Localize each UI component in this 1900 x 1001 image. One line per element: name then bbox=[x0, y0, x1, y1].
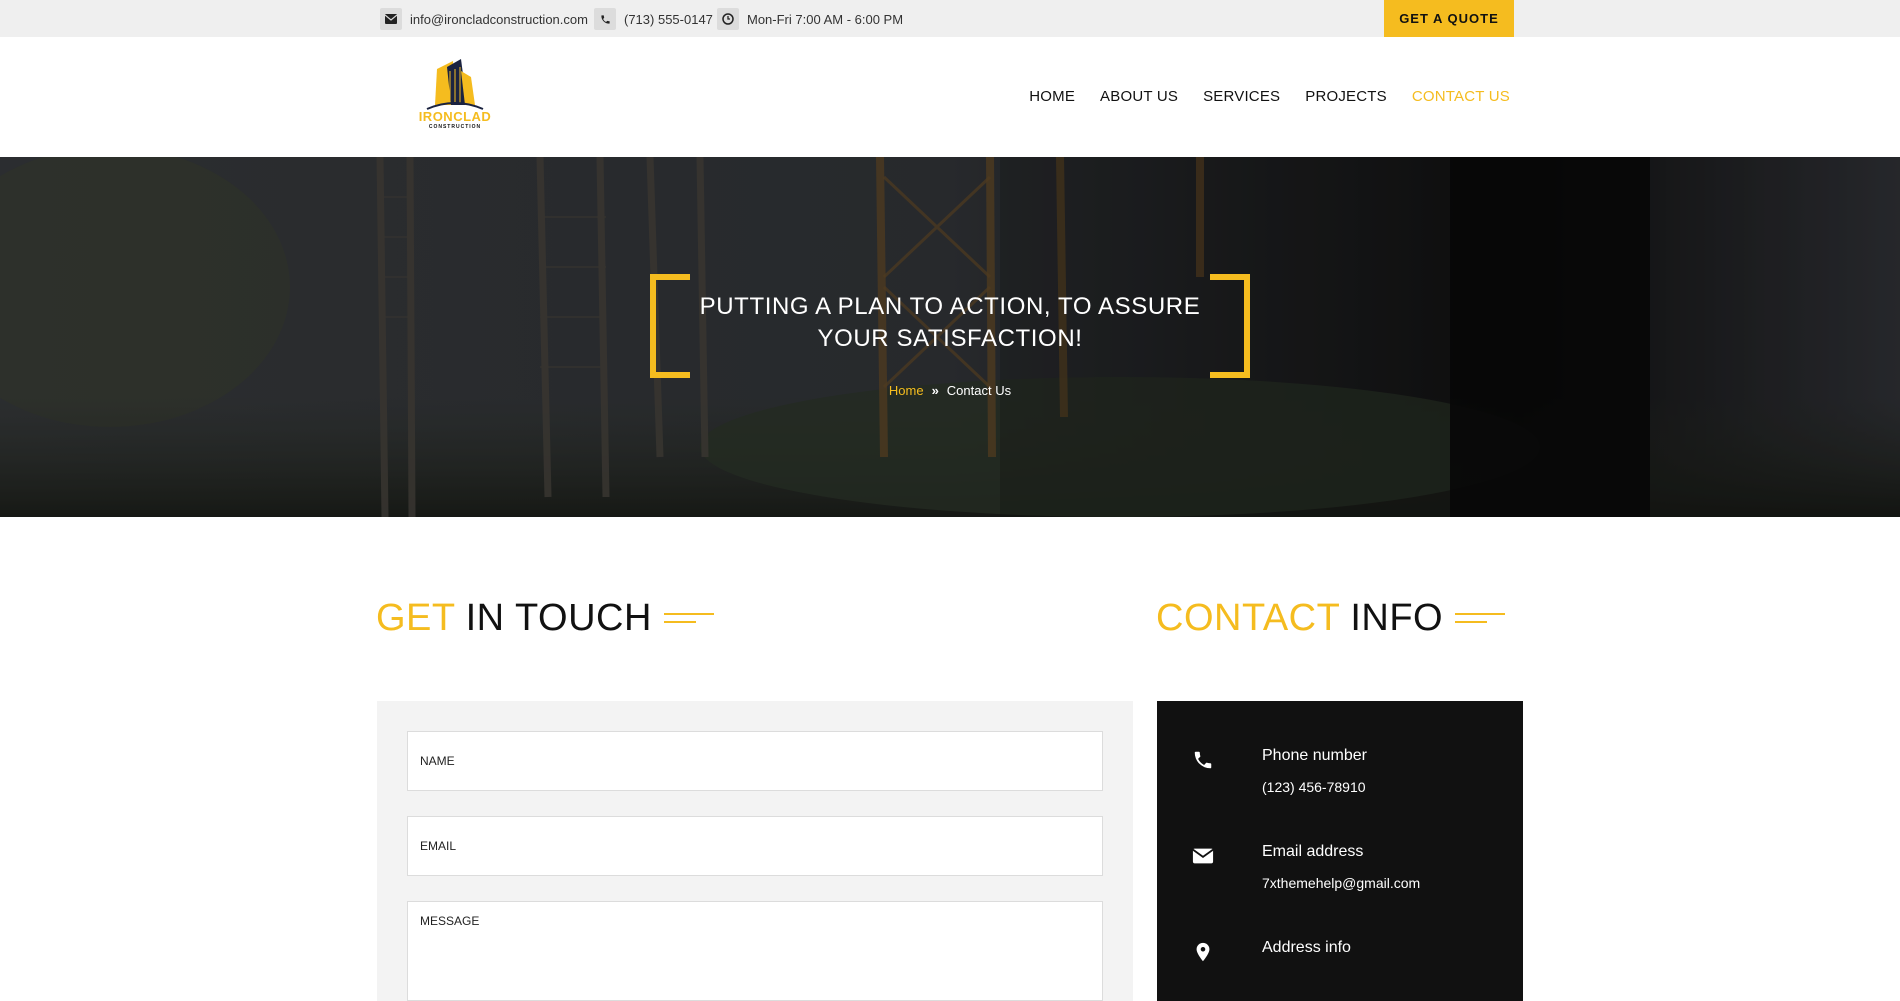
main-nav: HOME ABOUT US SERVICES PROJECTS CONTACT … bbox=[1004, 88, 1510, 105]
topbar-email-text: info@ironcladconstruction.com bbox=[410, 11, 588, 27]
contact-form: NAME EMAIL MESSAGE bbox=[377, 701, 1133, 1001]
logo-name: IRONCLAD bbox=[418, 109, 492, 124]
message-field[interactable]: MESSAGE bbox=[407, 901, 1103, 1001]
name-field[interactable]: NAME bbox=[407, 731, 1103, 791]
name-placeholder: NAME bbox=[420, 754, 455, 768]
get-in-touch-highlight: GET bbox=[376, 597, 456, 639]
topbar-phone-text: (713) 555-0147 bbox=[624, 11, 713, 27]
get-in-touch-heading: GET IN TOUCH bbox=[376, 597, 714, 640]
nav-contact-us[interactable]: CONTACT US bbox=[1412, 88, 1510, 105]
topbar-hours-text: Mon-Fri 7:00 AM - 6:00 PM bbox=[747, 11, 904, 27]
info-email-value[interactable]: 7xthemehelp@gmail.com bbox=[1262, 875, 1420, 891]
topbar-email[interactable]: info@ironcladconstruction.com bbox=[380, 8, 588, 30]
contact-info-highlight: CONTACT bbox=[1156, 597, 1341, 639]
hero-banner: PUTTING A PLAN TO ACTION, TO ASSURE YOUR… bbox=[0, 157, 1900, 517]
top-bar: info@ironcladconstruction.com (713) 555-… bbox=[0, 0, 1900, 37]
heading-decoration-lines bbox=[663, 609, 714, 629]
phone-icon bbox=[1194, 751, 1212, 769]
site-header: IRONCLAD CONSTRUCTION HOME ABOUT US SERV… bbox=[0, 37, 1900, 157]
heading-decoration-lines bbox=[1455, 609, 1506, 629]
contact-info-heading: CONTACT INFO bbox=[1156, 597, 1506, 640]
topbar-hours: Mon-Fri 7:00 AM - 6:00 PM bbox=[717, 8, 903, 30]
logo[interactable]: IRONCLAD CONSTRUCTION bbox=[405, 57, 505, 137]
phone-icon bbox=[594, 8, 616, 30]
contact-info-panel: Phone number (123) 456-78910 Email addre… bbox=[1157, 701, 1523, 1001]
info-phone-value[interactable]: (123) 456-78910 bbox=[1262, 779, 1366, 795]
map-pin-icon bbox=[1196, 942, 1210, 962]
message-placeholder: MESSAGE bbox=[420, 914, 480, 928]
contact-info-rest: INFO bbox=[1350, 597, 1444, 639]
info-phone-label: Phone number bbox=[1262, 747, 1367, 764]
hero-title: PUTTING A PLAN TO ACTION, TO ASSURE YOUR… bbox=[699, 293, 1201, 352]
logo-tagline: CONSTRUCTION bbox=[428, 124, 482, 130]
email-placeholder: EMAIL bbox=[420, 839, 457, 853]
nav-home[interactable]: HOME bbox=[1029, 88, 1075, 105]
breadcrumb-home-link[interactable]: Home bbox=[889, 383, 924, 398]
email-field[interactable]: EMAIL bbox=[407, 816, 1103, 876]
nav-services[interactable]: SERVICES bbox=[1203, 88, 1280, 105]
envelope-icon bbox=[380, 8, 402, 30]
nav-projects[interactable]: PROJECTS bbox=[1305, 88, 1387, 105]
nav-about-us[interactable]: ABOUT US bbox=[1100, 88, 1178, 105]
info-email-label: Email address bbox=[1262, 843, 1364, 860]
get-in-touch-rest: IN TOUCH bbox=[465, 597, 652, 639]
envelope-icon bbox=[1192, 848, 1214, 864]
double-chevron-right-icon: » bbox=[931, 383, 939, 398]
info-address-label: Address info bbox=[1262, 939, 1351, 956]
get-a-quote-button[interactable]: GET A QUOTE bbox=[1384, 0, 1514, 37]
breadcrumb-current: Contact Us bbox=[946, 383, 1012, 398]
topbar-phone[interactable]: (713) 555-0147 bbox=[594, 8, 713, 30]
breadcrumb: Home » Contact Us bbox=[0, 383, 1900, 398]
clock-icon bbox=[717, 8, 739, 30]
